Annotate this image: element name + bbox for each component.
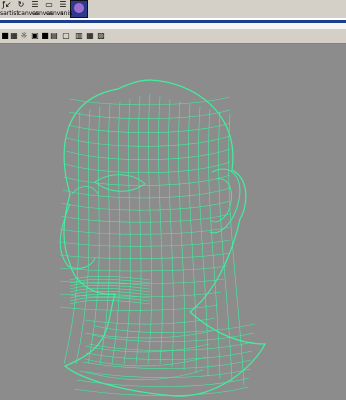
- mesh-contour-line: [63, 174, 231, 186]
- mesh-meridian-line: [198, 106, 209, 377]
- mesh-contour-line: [84, 356, 207, 367]
- list-icon: ☰: [31, 0, 39, 9]
- sphere-icon[interactable]: [70, 0, 88, 18]
- mesh-meridian-line: [168, 98, 174, 368]
- mesh-contour-line: [64, 161, 231, 174]
- pick-icon[interactable]: ▨: [97, 31, 105, 40]
- shelf-toolbar: ƒ↙ ↻ ☰ ▭ ☰ sartist canvas canvas canvs a…: [0, 0, 346, 18]
- neck-ring-line: [94, 323, 256, 333]
- hud-icon[interactable]: ▦: [86, 31, 94, 40]
- mesh-contour-line: [84, 343, 210, 353]
- shaded-icon[interactable]: ■: [41, 31, 49, 40]
- mesh-meridian-line: [63, 111, 81, 365]
- mesh-meridian-line: [123, 98, 131, 365]
- neck-ring-line: [88, 341, 254, 351]
- neck-ring-line: [82, 359, 252, 369]
- mesh-contour-line: [60, 213, 231, 223]
- frame-icon: ▭: [45, 0, 53, 9]
- mesh-contour-line: [68, 109, 231, 120]
- camera-icon[interactable]: ■: [1, 31, 9, 40]
- mesh-meridian-line: [99, 103, 111, 365]
- mesh-contour-line: [62, 187, 231, 199]
- head-outline: [63, 79, 266, 397]
- wireframe-head-mesh: [59, 79, 266, 397]
- ear-outline: [209, 168, 241, 234]
- ear-inner: [210, 178, 232, 223]
- mesh-meridian-line: [208, 108, 221, 380]
- texture-icon[interactable]: ▣: [31, 31, 39, 40]
- mesh-contour-line: [59, 226, 231, 235]
- layout-icon[interactable]: ▥: [75, 31, 83, 40]
- mesh-contour-line: [59, 239, 231, 247]
- mesh-contour-line: [59, 252, 231, 259]
- rotate-icon: ↻: [17, 0, 25, 9]
- grid-icon[interactable]: ▦: [10, 31, 18, 40]
- 3d-viewport[interactable]: [0, 44, 346, 400]
- viewport-toolbar: ■ ▦ ☼ ▣ ■ ▤ ▢ ▥ ▦ ▨: [0, 29, 346, 44]
- mesh-meridian-line: [178, 101, 186, 371]
- mesh-contour-line: [65, 148, 231, 160]
- shelf-label-1: sartist: [0, 10, 19, 17]
- mesh-contour-line: [67, 122, 231, 133]
- neck-ring-line: [85, 350, 253, 360]
- mesh-contour-line: [61, 200, 231, 211]
- film-icon[interactable]: ▤: [50, 31, 58, 40]
- light-icon[interactable]: ☼: [20, 31, 28, 40]
- mesh-meridian-line: [111, 101, 121, 365]
- neck-ring-line: [76, 377, 250, 387]
- f-curve-icon: ƒ↙: [2, 0, 12, 9]
- shelf-label-5: anis: [60, 10, 73, 17]
- isolate-icon[interactable]: ▢: [62, 31, 70, 40]
- list-icon: ☰: [59, 0, 67, 9]
- mouth-mesh-line: [69, 299, 151, 305]
- mesh-meridian-line: [75, 108, 91, 365]
- mesh-contour-line: [84, 369, 204, 381]
- mesh-meridian-line: [87, 106, 101, 365]
- mesh-meridian-line: [147, 93, 153, 365]
- eye-region: [94, 174, 146, 192]
- mesh-contour-line: [59, 304, 219, 311]
